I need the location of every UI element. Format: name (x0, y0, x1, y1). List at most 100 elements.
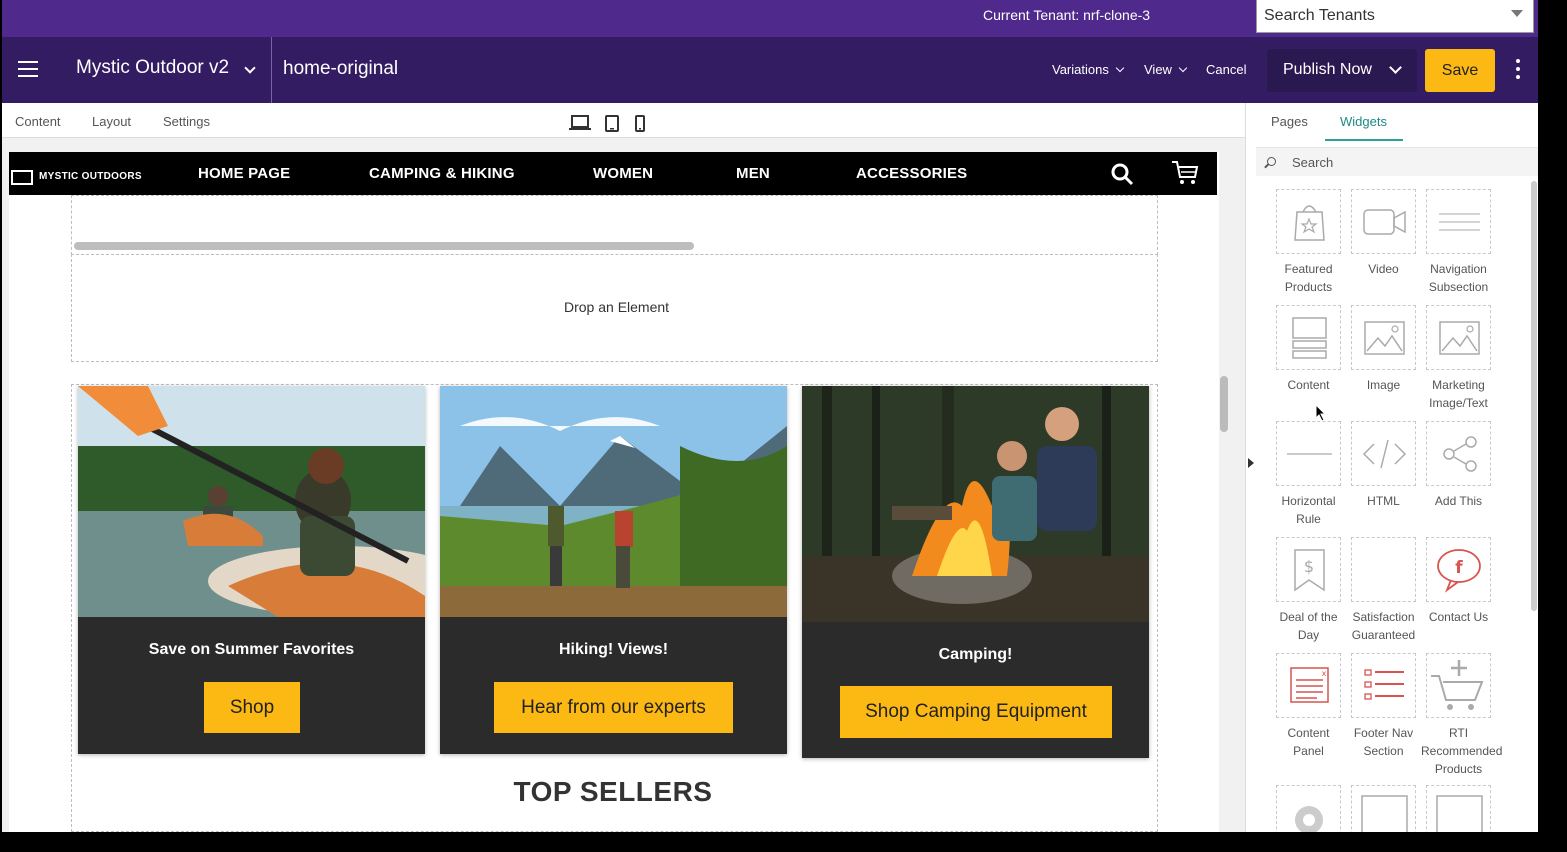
promo-card-hiking: Hiking! Views! Hear from our experts (440, 386, 787, 754)
svg-text:$: $ (1304, 557, 1314, 576)
widget-label: Horizontal Rule (1281, 494, 1336, 526)
editor-toolbar: Content Layout Settings (2, 103, 1245, 138)
widget-label: RTI Recommended Products (1421, 726, 1503, 776)
tab-settings[interactable]: Settings (163, 114, 210, 129)
promo-card-summer: Save on Summer Favorites Shop (78, 386, 425, 754)
tablet-icon[interactable] (605, 115, 619, 132)
code-icon (1362, 439, 1407, 469)
current-tenant-label: Current Tenant: nrf-clone-3 (983, 7, 1151, 23)
widget-video[interactable]: Video (1346, 189, 1421, 278)
chevron-down-icon (1115, 63, 1125, 73)
save-button[interactable]: Save (1425, 49, 1495, 92)
widget-search-placeholder: Search (1292, 155, 1334, 170)
widget-label: Image (1366, 378, 1401, 392)
share-icon (1443, 436, 1477, 472)
mouse-cursor-icon (1315, 404, 1327, 422)
search-icon[interactable] (1110, 162, 1134, 186)
widget-partial[interactable] (1421, 785, 1496, 832)
partial-widget-icon (1361, 795, 1408, 832)
editor-header: Mystic Outdoor v2 home-original Variatio… (2, 37, 1538, 103)
site-logo-text: MYSTIC OUTDOORS (39, 171, 142, 182)
widget-add-this[interactable]: Add This (1421, 421, 1496, 510)
widget-search-input[interactable]: Search (1256, 147, 1538, 176)
publish-now-button[interactable]: Publish Now (1267, 49, 1417, 92)
phone-icon[interactable] (635, 115, 645, 132)
nav-women[interactable]: WOMEN (593, 165, 653, 182)
desktop-icon[interactable] (569, 115, 591, 131)
widget-content-panel[interactable]: x Content Panel (1271, 653, 1346, 760)
footer-nav-icon (1364, 669, 1404, 700)
image-icon (1364, 321, 1405, 355)
card-heading: Save on Summer Favorites (148, 641, 355, 658)
nav-camping-hiking[interactable]: CAMPING & HIKING (369, 165, 515, 182)
hamburger-menu-icon[interactable] (18, 61, 38, 77)
tab-content[interactable]: Content (15, 114, 61, 129)
widget-satisfaction-guaranteed[interactable]: Satisfaction Guaranteed (1346, 537, 1421, 644)
widget-navigation-subsection[interactable]: Navigation Subsection (1421, 189, 1496, 296)
widget-label: Content Panel (1287, 726, 1330, 758)
tab-widgets[interactable]: Widgets (1340, 114, 1387, 129)
widget-horizontal-rule[interactable]: Horizontal Rule (1271, 421, 1346, 528)
panel-scrollbar[interactable] (1531, 181, 1537, 611)
widget-label: Satisfaction Guaranteed (1351, 610, 1416, 642)
card-heading: Camping! (938, 646, 1013, 663)
chevron-down-icon[interactable] (1389, 61, 1402, 74)
hiking-image (440, 386, 787, 617)
nav-accessories[interactable]: ACCESSORIES (856, 165, 967, 182)
hear-from-experts-button[interactable]: Hear from our experts (494, 682, 733, 733)
widget-marketing-image-text[interactable]: Marketing Image/Text (1421, 305, 1496, 412)
nav-home-page[interactable]: HOME PAGE (198, 165, 290, 182)
tenant-search-select[interactable]: Search Tenants (1256, 0, 1534, 33)
chevron-down-icon (1178, 63, 1188, 73)
canvas-vertical-scrollbar[interactable] (1220, 376, 1228, 432)
shop-camping-equipment-button[interactable]: Shop Camping Equipment (840, 686, 1112, 738)
publish-now-label: Publish Now (1283, 61, 1372, 78)
shopping-bag-icon (1294, 205, 1325, 241)
marketing-image-icon (1439, 321, 1480, 355)
tab-layout[interactable]: Layout (92, 114, 131, 129)
widget-partial[interactable] (1346, 785, 1421, 832)
widget-featured-products[interactable]: Featured Products (1271, 189, 1346, 296)
widget-label: Featured Products (1284, 262, 1333, 294)
tab-pages[interactable]: Pages (1271, 114, 1308, 129)
more-options-icon[interactable] (1512, 59, 1524, 81)
widget-content[interactable]: Content (1271, 305, 1346, 394)
header-divider (271, 37, 272, 103)
horizontal-scrollbar[interactable] (74, 242, 694, 250)
dollar-tag-icon: $ (1294, 549, 1325, 592)
partial-widget-icon (1436, 795, 1483, 832)
widget-deal-of-the-day[interactable]: $ Deal of the Day (1271, 537, 1346, 644)
chevron-down-icon (1511, 10, 1523, 17)
app-window: Current Tenant: nrf-clone-3 Search Tenan… (2, 0, 1538, 832)
shop-button[interactable]: Shop (204, 682, 300, 733)
variations-menu[interactable]: Variations (1052, 62, 1125, 77)
cart-icon[interactable] (1171, 160, 1199, 186)
widget-footer-nav-section[interactable]: Footer Nav Section (1346, 653, 1421, 760)
widget-label: Marketing Image/Text (1429, 378, 1488, 410)
widget-contact-us[interactable]: f Contact Us (1421, 537, 1496, 626)
nav-lines-icon (1439, 213, 1480, 231)
drop-element-text: Drop an Element (564, 299, 670, 315)
search-icon (1267, 157, 1276, 166)
cart-plus-icon (1431, 660, 1484, 710)
widget-label: Footer Nav Section (1353, 726, 1414, 758)
widget-label: Navigation Subsection (1428, 262, 1489, 294)
widget-partial[interactable] (1271, 785, 1346, 832)
video-camera-icon (1363, 209, 1406, 235)
view-label: View (1144, 62, 1172, 77)
widget-html[interactable]: HTML (1346, 421, 1421, 510)
view-menu[interactable]: View (1144, 62, 1188, 77)
svg-text:f: f (1455, 558, 1463, 578)
chevron-down-icon[interactable] (244, 62, 256, 74)
variations-label: Variations (1052, 62, 1109, 77)
collapse-panel-icon[interactable] (1248, 458, 1254, 468)
site-name-dropdown[interactable]: Mystic Outdoor v2 (76, 57, 229, 79)
content-block-icon (1292, 317, 1327, 359)
facebook-bubble-icon: f (1437, 549, 1481, 593)
nav-men[interactable]: MEN (736, 165, 770, 182)
widgets-panel: Pages Widgets Search Featured Products V… (1245, 103, 1538, 832)
widget-rti-recommended-products[interactable]: RTI Recommended Products (1421, 653, 1503, 778)
widget-label: Video (1368, 262, 1399, 276)
widget-image[interactable]: Image (1346, 305, 1421, 394)
cancel-button[interactable]: Cancel (1206, 62, 1246, 77)
